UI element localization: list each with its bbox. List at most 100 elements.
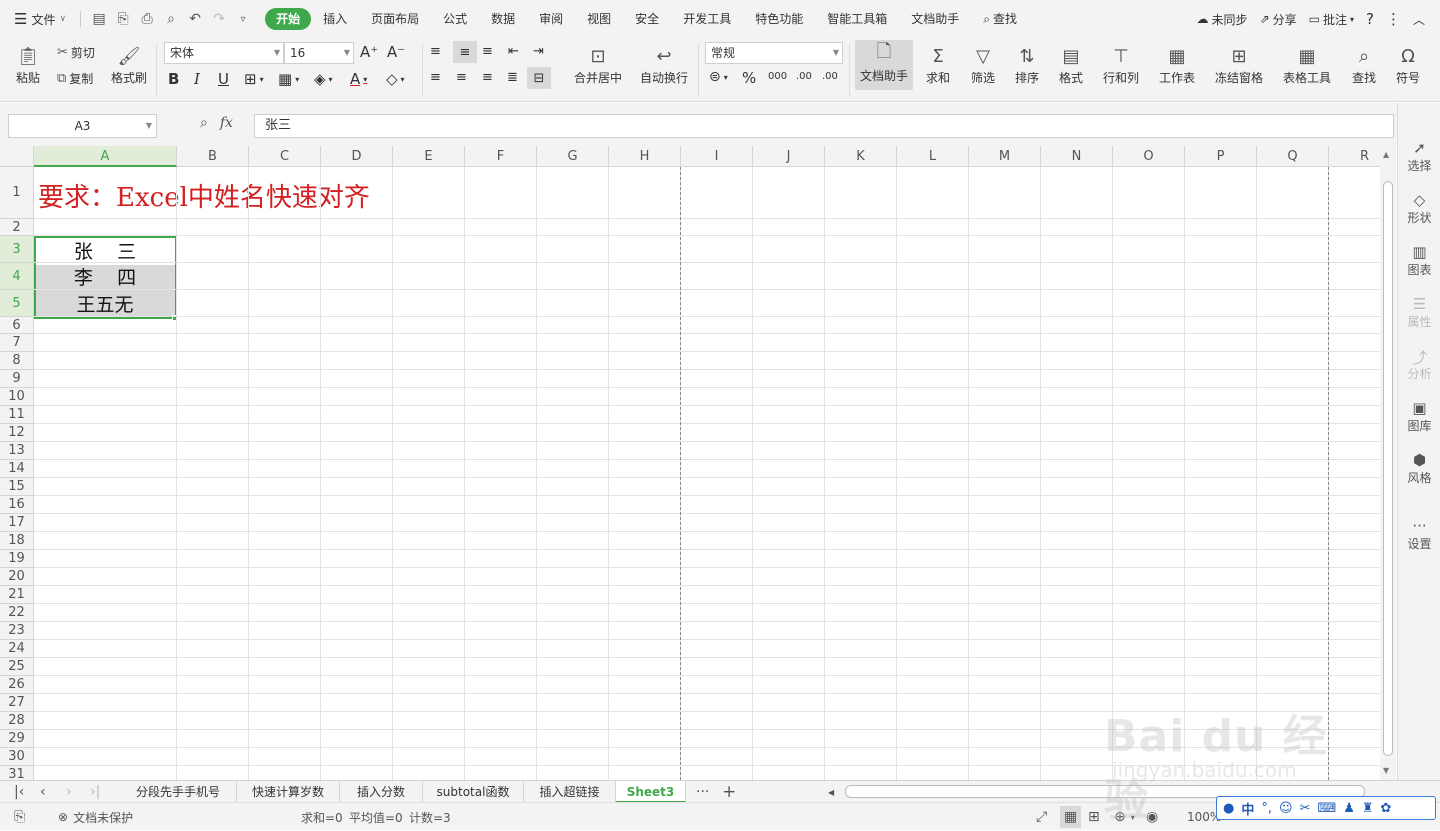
sheet-tab[interactable]: subtotal函数 [423,781,524,803]
tab-view[interactable]: 视图 [575,8,623,30]
page-layout-view-icon[interactable]: ⊕ ▾ [1114,803,1135,831]
row-header-31[interactable]: 31 [0,766,34,780]
vertical-scroll-thumb[interactable] [1383,181,1393,756]
cut-button[interactable]: ✂ 剪切 [57,44,95,61]
search-button[interactable]: ⌕ 查找 [971,8,1029,30]
tab-insert[interactable]: 插入 [311,8,359,30]
tab-doc-helper[interactable]: 文档助手 [899,8,971,30]
spreadsheet-grid[interactable]: ABCDEFGHIJKLMNOPQR 1 2 3 4 5 6 7 8 9 10 11 12 13 14 15… [0,146,1380,780]
align-center-icon[interactable]: ≡ [456,70,467,85]
column-header-D[interactable]: D [321,146,393,167]
column-header-R[interactable]: R [1329,146,1380,167]
fullscreen-icon[interactable]: ⤢ [1036,803,1047,831]
tab-page-layout[interactable]: 页面布局 [359,8,431,30]
row-header-5[interactable]: 5 [0,290,34,317]
row-header-11[interactable]: 11 [0,406,34,424]
clear-icon[interactable]: ◇ ▾ [386,70,405,88]
scroll-down-icon[interactable]: ▼ [1383,766,1389,775]
analysis-tool[interactable]: ⤴ 分析 [1398,347,1440,382]
file-menu[interactable]: ☰ 文件 ∨ [0,10,74,28]
find-button[interactable]: ⌕ 查找 [1346,42,1382,86]
more-sheets-icon[interactable]: ··· [696,781,709,803]
cell-style-icon[interactable]: ▦ ▾ [278,70,299,88]
select-all-corner[interactable] [0,146,34,167]
column-header-F[interactable]: F [465,146,537,167]
tab-smart-tools[interactable]: 智能工具箱 [815,8,899,30]
row-header-24[interactable]: 24 [0,640,34,658]
decrease-font-icon[interactable]: A⁻ [387,43,405,61]
print-preview-icon[interactable]: ⌕ [159,7,183,31]
keyboard-icon[interactable]: ⌨ [1317,801,1336,816]
formula-input[interactable]: 张三 [254,114,1394,138]
ime-logo-icon[interactable]: ● [1223,801,1234,816]
row-header-12[interactable]: 12 [0,424,34,442]
row-header-28[interactable]: 28 [0,712,34,730]
row-header-22[interactable]: 22 [0,604,34,622]
font-color-icon[interactable]: A ▾ [350,70,367,88]
increase-decimal-button[interactable]: .00 [796,71,812,82]
more-options-icon[interactable]: ⋮ [1381,10,1406,28]
share-button[interactable]: ⇗ 分享 [1255,11,1302,28]
row-header-2[interactable]: 2 [0,219,34,236]
redo-icon[interactable]: ↷ [207,7,231,31]
font-size-select[interactable]: 16 ▼ [284,42,354,64]
print-icon[interactable]: ⎙ [135,7,159,31]
column-header-Q[interactable]: Q [1257,146,1329,167]
filter-button[interactable]: ▽ 筛选 [964,42,1002,86]
last-sheet-icon[interactable]: ›| [90,781,100,803]
next-sheet-icon[interactable]: › [66,781,72,803]
align-middle-icon[interactable]: ≡ [453,41,477,63]
tab-developer[interactable]: 开发工具 [671,8,743,30]
italic-button[interactable]: I [194,70,200,88]
shape-tool[interactable]: ◇ 形状 [1398,191,1440,226]
column-header-K[interactable]: K [825,146,897,167]
merge-center-button[interactable]: ⊡ 合并居中 [568,42,628,86]
increase-font-icon[interactable]: A⁺ [360,43,378,61]
save-icon[interactable]: ▤ [87,7,111,31]
row-header-21[interactable]: 21 [0,586,34,604]
row-col-button[interactable]: ⊤ 行和列 [1098,42,1144,86]
table-tools-button[interactable]: ▦ 表格工具 [1278,42,1336,86]
format-button[interactable]: ▤ 格式 [1052,42,1090,86]
first-sheet-icon[interactable]: |‹ [14,781,24,803]
row-header-20[interactable]: 20 [0,568,34,586]
eye-protect-icon[interactable]: ◉ [1146,803,1158,831]
column-header-O[interactable]: O [1113,146,1185,167]
increase-indent-icon[interactable]: ⇥ [533,44,544,59]
decrease-indent-icon[interactable]: ⇤ [508,44,519,59]
output-pdf-icon[interactable]: ⎘ [111,7,135,31]
paste-button[interactable]: 📋︎ 粘贴 [10,42,46,86]
font-name-select[interactable]: 宋体 ▼ [164,42,284,64]
sync-button[interactable]: ☁ 未同步 [1192,11,1253,28]
row-header-3[interactable]: 3 [0,236,34,263]
sort-button[interactable]: ⇅ 排序 [1008,42,1046,86]
settings-tool[interactable]: ··· 设置 [1398,517,1440,552]
sheet-tab[interactable]: 插入超链接 [524,781,616,803]
user-icon[interactable]: ♟ [1343,801,1355,816]
column-header-A[interactable]: A [34,146,177,167]
row-header-4[interactable]: 4 [0,263,34,290]
row-header-9[interactable]: 9 [0,370,34,388]
skin-icon[interactable]: ♜ [1362,801,1374,816]
chart-tool[interactable]: ▥ 图表 [1398,243,1440,278]
format-painter-button[interactable]: 🖌︎ 格式刷 [108,42,150,86]
percent-button[interactable]: % [742,69,756,87]
fill-color-icon[interactable]: ◈ ▾ [314,70,333,88]
comment-button[interactable]: ▭ 批注 ▾ [1304,11,1359,28]
scroll-left-icon[interactable]: ◀ [828,781,834,803]
column-header-G[interactable]: G [537,146,609,167]
decrease-decimal-button[interactable]: .00 [822,71,838,82]
vertical-scrollbar[interactable]: ▲ ▼ [1380,146,1396,780]
align-top-icon[interactable]: ≡ [430,44,441,59]
sheet-tab[interactable]: 分段先手手机号 [120,781,237,803]
zoom-search-icon[interactable]: ⌕ [200,115,208,131]
row-header-15[interactable]: 15 [0,478,34,496]
select-tool[interactable]: ➚ 选择 [1398,139,1440,174]
justify-icon[interactable]: ≣ [507,70,518,85]
column-header-B[interactable]: B [177,146,249,167]
tab-formulas[interactable]: 公式 [431,8,479,30]
row-header-18[interactable]: 18 [0,532,34,550]
align-bottom-icon[interactable]: ≡ [482,44,493,59]
name-box[interactable]: A3 ▼ [8,114,157,138]
page-break-view-icon[interactable]: ⊞ [1088,803,1100,831]
